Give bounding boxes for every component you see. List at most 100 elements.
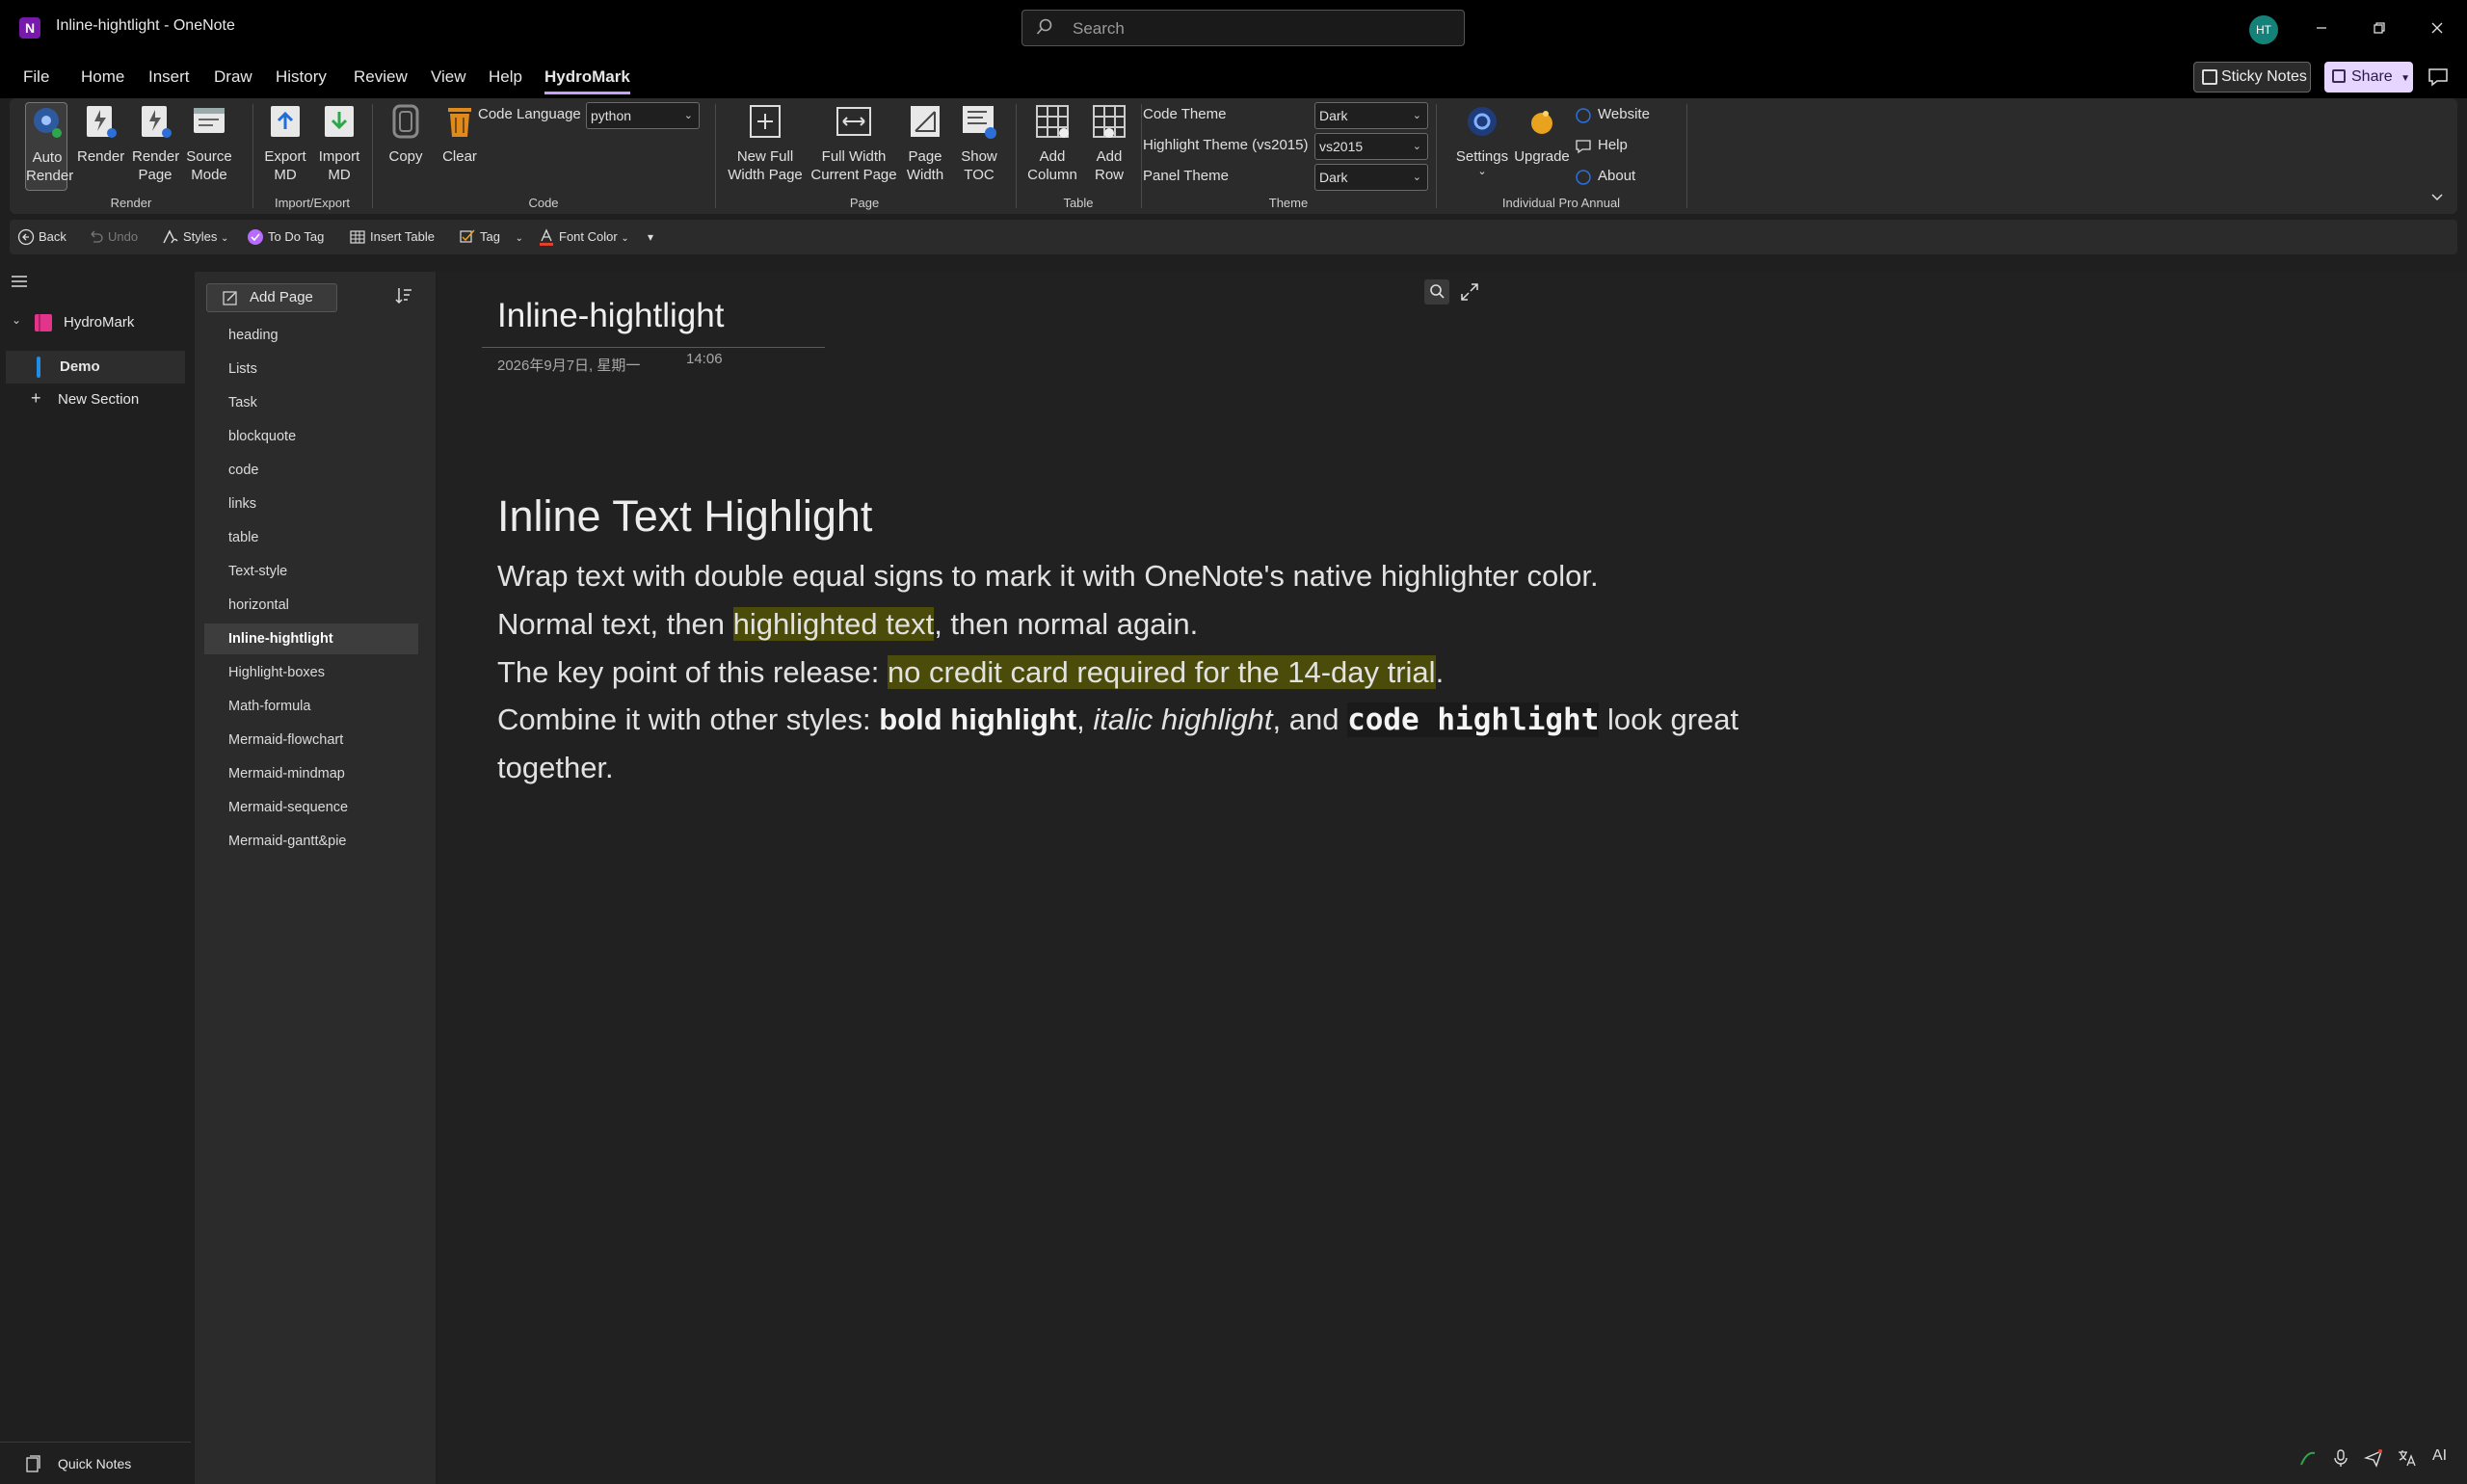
content-heading[interactable]: Inline Text Highlight: [497, 491, 872, 542]
new-full-width-page-button[interactable]: New Full Width Page: [721, 102, 809, 184]
paragraph-2[interactable]: Normal text, then highlighted text, then…: [497, 607, 1198, 642]
table-group-label: Table: [1063, 196, 1094, 210]
auto-render-button[interactable]: Auto Render: [25, 102, 73, 191]
page-item-links[interactable]: links: [204, 489, 418, 519]
todo-tag-button[interactable]: To Do Tag: [247, 227, 324, 247]
add-page-button[interactable]: Add Page: [206, 283, 337, 312]
page-item-blockquote[interactable]: blockquote: [204, 421, 418, 452]
tab-review[interactable]: Review: [354, 67, 408, 87]
show-toc-button[interactable]: Show TOC: [954, 102, 1004, 184]
insert-table-button[interactable]: Insert Table: [349, 227, 435, 247]
tab-help[interactable]: Help: [489, 67, 522, 87]
page-item-math-formula[interactable]: Math-formula: [204, 691, 418, 722]
search-input[interactable]: Search: [1021, 10, 1465, 46]
copy-button[interactable]: Copy: [382, 102, 430, 166]
full-width-current-page-button[interactable]: Full Width Current Page: [809, 102, 898, 184]
font-color-button[interactable]: Font Color ⌄: [538, 227, 629, 247]
page-item-horizontal[interactable]: horizontal: [204, 590, 418, 621]
ai-button[interactable]: AI: [2432, 1447, 2447, 1465]
tag-button[interactable]: Tag ⌄: [459, 227, 523, 247]
tab-insert[interactable]: Insert: [148, 67, 190, 87]
tab-home[interactable]: Home: [81, 67, 124, 87]
paragraph-1[interactable]: Wrap text with double equal signs to mar…: [497, 559, 1599, 594]
sort-icon[interactable]: [393, 285, 414, 306]
page-canvas[interactable]: Inline-hightlight 2026年9月7日, 星期一 14:06 I…: [438, 272, 2467, 1484]
add-row-button[interactable]: Add Row: [1083, 102, 1135, 184]
info-icon: [1576, 170, 1591, 185]
chevron-down-icon: ⌄: [1412, 141, 1421, 152]
page-item-mermaid-mindmap[interactable]: Mermaid-mindmap: [204, 758, 418, 789]
tab-hydromark[interactable]: HydroMark: [544, 67, 630, 94]
export-md-button[interactable]: Export MD: [258, 102, 312, 184]
ribbon-divider: [1016, 104, 1017, 208]
page-item-code[interactable]: code: [204, 455, 418, 486]
page-item-text-style[interactable]: Text-style: [204, 556, 418, 587]
chevron-down-icon: ⌄: [683, 110, 693, 121]
code-theme-select[interactable]: Dark ⌄: [1314, 102, 1428, 129]
page-item-lists[interactable]: Lists: [204, 354, 418, 384]
collapse-ribbon-icon[interactable]: [2428, 189, 2446, 206]
share-button[interactable]: Share ▼: [2324, 62, 2413, 93]
page-item-mermaid-flowchart[interactable]: Mermaid-flowchart: [204, 725, 418, 755]
help-link[interactable]: Help: [1575, 137, 1628, 154]
feedback-icon[interactable]: [2427, 66, 2450, 89]
section-item-demo[interactable]: Demo: [6, 351, 185, 384]
render-page-button[interactable]: Render Page: [131, 102, 179, 184]
minimize-button[interactable]: [2307, 13, 2336, 42]
customize-toolbar-button[interactable]: ▾: [648, 227, 653, 247]
search-icon[interactable]: [1424, 279, 1449, 305]
share-icon: [2332, 69, 2346, 83]
tab-file[interactable]: File: [23, 67, 49, 87]
back-button[interactable]: Back: [17, 227, 66, 247]
clear-button[interactable]: Clear: [436, 102, 484, 166]
sticky-notes-button[interactable]: Sticky Notes: [2193, 62, 2311, 93]
ink-icon[interactable]: [2297, 1447, 2319, 1469]
paragraph-5[interactable]: together.: [497, 751, 614, 785]
tab-history[interactable]: History: [276, 67, 327, 87]
page-item-inline-hightlight[interactable]: Inline-hightlight: [204, 623, 418, 654]
quick-notes-label: Quick Notes: [58, 1456, 132, 1471]
page-item-table[interactable]: table: [204, 522, 418, 553]
tab-view[interactable]: View: [431, 67, 466, 87]
upgrade-label: Upgrade: [1514, 148, 1570, 165]
render-button[interactable]: Render: [77, 102, 124, 166]
add-column-button[interactable]: Add Column: [1021, 102, 1083, 184]
tab-draw[interactable]: Draw: [214, 67, 252, 87]
search-icon: [1036, 18, 1052, 35]
notebook-item-hydromark[interactable]: ⌄ HydroMark: [0, 306, 191, 339]
upgrade-button[interactable]: Upgrade: [1509, 102, 1575, 166]
close-button[interactable]: [2423, 13, 2452, 42]
source-mode-button[interactable]: Source Mode: [183, 102, 235, 184]
page-item-mermaid-sequence[interactable]: Mermaid-sequence: [204, 792, 418, 823]
paragraph-3[interactable]: The key point of this release: no credit…: [497, 655, 1444, 690]
code-language-select[interactable]: python ⌄: [586, 102, 700, 129]
expand-icon[interactable]: [1459, 281, 1480, 303]
toc-icon: [963, 106, 996, 139]
page-item-highlight-boxes[interactable]: Highlight-boxes: [204, 657, 418, 688]
import-md-button[interactable]: Import MD: [312, 102, 366, 184]
website-link[interactable]: Website: [1575, 106, 1650, 123]
highlight-theme-select[interactable]: vs2015 ⌄: [1314, 133, 1428, 160]
microphone-icon[interactable]: [2330, 1447, 2351, 1469]
styles-label: Styles: [183, 229, 218, 244]
page-item-task[interactable]: Task: [204, 387, 418, 418]
undo-button[interactable]: Undo: [87, 227, 138, 247]
page-width-button[interactable]: Page Width: [898, 102, 952, 184]
chevron-down-icon: ⌄: [621, 233, 629, 244]
add-page-icon: [223, 291, 237, 305]
page-title[interactable]: Inline-hightlight: [497, 297, 724, 335]
translate-icon[interactable]: [2396, 1447, 2417, 1469]
new-section-button[interactable]: + New Section: [0, 384, 191, 416]
page-item-heading[interactable]: heading: [204, 320, 418, 351]
about-link[interactable]: About: [1575, 168, 1635, 185]
page-item-mermaid-gantt-pie[interactable]: Mermaid-gantt&pie: [204, 826, 418, 857]
send-icon[interactable]: [2363, 1447, 2384, 1469]
restore-button[interactable]: [2365, 13, 2394, 42]
avatar[interactable]: HT: [2249, 15, 2278, 44]
settings-button[interactable]: Settings ⌄: [1447, 102, 1517, 177]
styles-button[interactable]: Styles ⌄: [162, 227, 228, 247]
panel-theme-select[interactable]: Dark ⌄: [1314, 164, 1428, 191]
hamburger-menu-icon[interactable]: [10, 272, 29, 291]
paragraph-4[interactable]: Combine it with other styles: bold highl…: [497, 702, 1738, 737]
quick-notes-button[interactable]: Quick Notes: [0, 1442, 191, 1484]
